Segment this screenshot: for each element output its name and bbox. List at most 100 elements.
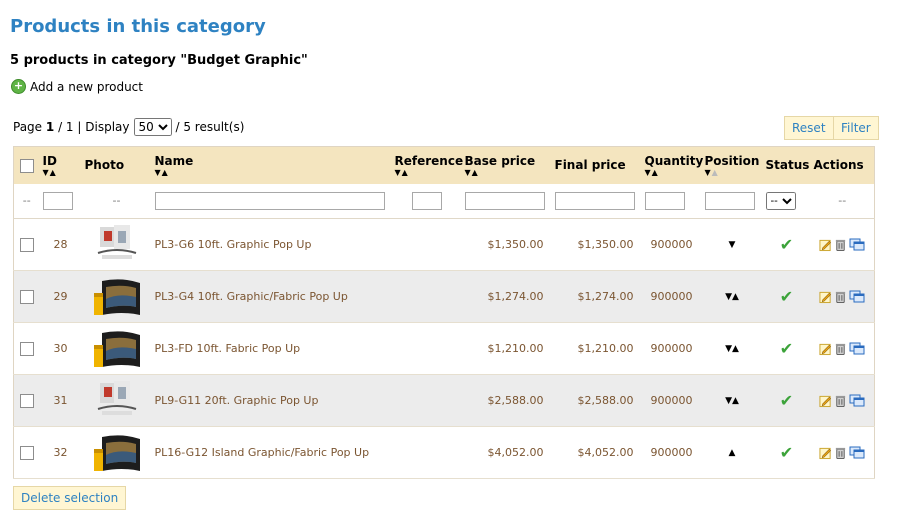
product-id[interactable]: 29	[40, 271, 82, 323]
final-price: $4,052.00	[577, 446, 634, 459]
filter-final-price-input[interactable]	[554, 191, 635, 210]
filter-name-input[interactable]	[154, 191, 385, 210]
table-row[interactable]: 29 PL3-G4 10ft. Graphic/Fabric Pop Up $1,2…	[13, 270, 875, 323]
final-price: $2,588.00	[577, 394, 634, 407]
page-total: / 1	[58, 120, 74, 134]
trash-icon[interactable]	[834, 290, 847, 304]
table-row[interactable]: 28 PL3-G6 10ft. Graphic Pop Up $1,350.00 $1…	[13, 219, 875, 271]
table-header: ID ▼▲ Photo Name ▼▲ Reference ▼▲ Base price…	[13, 146, 875, 184]
pencil-icon[interactable]	[819, 290, 832, 304]
filter-id-input[interactable]	[42, 191, 73, 210]
check-icon[interactable]: ✔	[763, 323, 811, 375]
position-arrows-icon[interactable]: ▼▲	[702, 375, 763, 427]
position-arrows-icon[interactable]: ▼▲	[702, 271, 763, 323]
position-arrows-icon[interactable]: ▼	[702, 219, 763, 271]
plus-circle-icon: +	[11, 79, 26, 94]
result-count: / 5 result(s)	[175, 120, 245, 134]
display-label: | Display	[77, 120, 130, 134]
filter-dash: --	[838, 194, 847, 208]
select-all-checkbox[interactable]	[19, 158, 34, 173]
product-name[interactable]: PL3-FD 10ft. Fabric Pop Up	[152, 323, 392, 375]
trash-icon[interactable]	[834, 446, 847, 460]
filter-button[interactable]: Filter	[833, 116, 879, 140]
position-arrows-icon[interactable]: ▼▲	[702, 323, 763, 375]
col-actions: Actions	[813, 158, 864, 173]
final-price: $1,210.00	[577, 342, 634, 355]
filter-position-input[interactable]	[704, 191, 755, 210]
sort-arrows-icon[interactable]: ▼▲	[155, 168, 389, 177]
check-icon[interactable]: ✔	[763, 375, 811, 427]
product-reference	[392, 323, 462, 375]
filter-dash: --	[112, 194, 121, 208]
product-reference	[392, 375, 462, 427]
product-photo	[88, 378, 146, 424]
col-id: ID	[42, 153, 57, 168]
final-price: $1,274.00	[577, 290, 634, 303]
base-price: $1,350.00	[487, 238, 544, 251]
row-checkbox[interactable]	[19, 289, 34, 304]
product-reference	[392, 271, 462, 323]
table-row[interactable]: 30 PL3-FD 10ft. Fabric Pop Up $1,210.00 $1,…	[13, 323, 875, 375]
reset-button[interactable]: Reset	[784, 116, 834, 140]
pencil-icon[interactable]	[819, 342, 832, 356]
row-checkbox[interactable]	[19, 237, 34, 252]
sort-arrows-icon[interactable]: ▼▲	[705, 168, 760, 177]
base-price: $1,210.00	[487, 342, 544, 355]
product-id[interactable]: 28	[40, 219, 82, 271]
sort-arrows-icon[interactable]: ▼▲	[43, 168, 79, 177]
filter-row: -- -- -- --	[13, 183, 875, 219]
product-reference	[392, 219, 462, 271]
duplicate-icon[interactable]	[849, 238, 865, 252]
add-product-label: Add a new product	[30, 79, 143, 94]
product-id[interactable]: 32	[40, 427, 82, 479]
quantity: 900000	[650, 290, 693, 303]
products-table: ID ▼▲ Photo Name ▼▲ Reference ▼▲ Base price…	[13, 146, 875, 479]
base-price: $1,274.00	[487, 290, 544, 303]
duplicate-icon[interactable]	[849, 446, 865, 460]
table-row[interactable]: 32 PL16-G12 Island Graphic/Fabric Pop Up $…	[13, 427, 875, 479]
base-price: $4,052.00	[487, 446, 544, 459]
sort-arrows-icon[interactable]: ▼▲	[645, 168, 699, 177]
product-photo	[88, 274, 146, 320]
duplicate-icon[interactable]	[849, 394, 865, 408]
product-name[interactable]: PL3-G4 10ft. Graphic/Fabric Pop Up	[152, 271, 392, 323]
pencil-icon[interactable]	[819, 238, 832, 252]
row-checkbox[interactable]	[19, 393, 34, 408]
filter-status-select[interactable]: --	[765, 191, 796, 210]
check-icon[interactable]: ✔	[763, 219, 811, 271]
col-quantity: Quantity	[644, 153, 704, 168]
filter-quantity-input[interactable]	[644, 191, 685, 210]
product-name[interactable]: PL3-G6 10ft. Graphic Pop Up	[152, 219, 392, 271]
filter-base-price-input[interactable]	[464, 191, 545, 210]
product-id[interactable]: 30	[40, 323, 82, 375]
table-row[interactable]: 31 PL9-G11 20ft. Graphic Pop Up $2,588.00 $…	[13, 374, 875, 427]
sort-arrows-icon[interactable]: ▼▲	[395, 168, 459, 177]
add-product-link[interactable]: + Add a new product	[11, 79, 143, 94]
delete-selection-button[interactable]: Delete selection	[13, 486, 127, 510]
page-title: Products in this category	[10, 16, 266, 37]
pencil-icon[interactable]	[819, 446, 832, 460]
product-name[interactable]: PL16-G12 Island Graphic/Fabric Pop Up	[152, 427, 392, 479]
filter-reference-input[interactable]	[411, 191, 442, 210]
duplicate-icon[interactable]	[849, 342, 865, 356]
display-count-select[interactable]: 50	[133, 118, 172, 136]
check-icon[interactable]: ✔	[763, 427, 811, 479]
col-final-price: Final price	[554, 158, 626, 173]
trash-icon[interactable]	[834, 238, 847, 252]
check-icon[interactable]: ✔	[763, 271, 811, 323]
trash-icon[interactable]	[834, 394, 847, 408]
product-name[interactable]: PL9-G11 20ft. Graphic Pop Up	[152, 375, 392, 427]
pencil-icon[interactable]	[819, 394, 832, 408]
sort-arrows-icon[interactable]: ▼▲	[465, 168, 549, 177]
trash-icon[interactable]	[834, 342, 847, 356]
row-checkbox[interactable]	[19, 341, 34, 356]
duplicate-icon[interactable]	[849, 290, 865, 304]
position-arrows-icon[interactable]: ▲	[702, 427, 763, 479]
quantity: 900000	[650, 394, 693, 407]
pagination: Page 1 / 1 | Display 50 / 5 result(s)	[13, 118, 244, 136]
quantity: 900000	[650, 446, 693, 459]
product-photo	[88, 222, 146, 268]
product-id[interactable]: 31	[40, 375, 82, 427]
row-checkbox[interactable]	[19, 445, 34, 460]
col-base-price: Base price	[464, 153, 536, 168]
